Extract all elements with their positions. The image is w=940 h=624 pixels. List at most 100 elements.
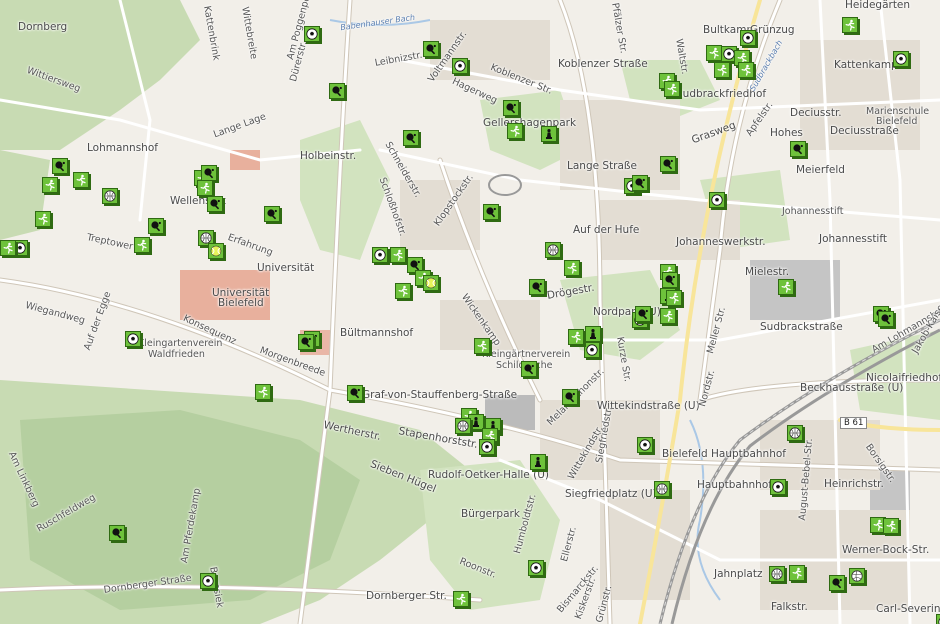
- poi-marker-athletics[interactable]: [73, 172, 89, 188]
- poi-marker-athletics[interactable]: [453, 591, 469, 607]
- poi-marker-basketball[interactable]: [654, 481, 670, 497]
- poi-marker-table-tennis[interactable]: [298, 334, 314, 350]
- poi-marker-athletics[interactable]: [564, 260, 580, 276]
- poi-marker-table-tennis[interactable]: [635, 306, 651, 322]
- poi-marker-table-tennis[interactable]: [109, 525, 125, 541]
- athletics-icon: [509, 125, 521, 137]
- poi-marker-soccer[interactable]: [584, 342, 600, 358]
- poi-marker-table-tennis[interactable]: [207, 196, 223, 212]
- poi-marker-soccer[interactable]: [372, 247, 388, 263]
- label-johannesstift-a: Johannesstift: [782, 206, 844, 217]
- poi-marker-soccer[interactable]: [709, 192, 725, 208]
- poi-marker-athletics[interactable]: [0, 240, 16, 256]
- poi-marker-table-tennis[interactable]: [403, 130, 419, 146]
- poi-marker-chess[interactable]: [585, 326, 601, 342]
- poi-marker-soccer[interactable]: [304, 26, 320, 42]
- poi-marker-soccer[interactable]: [452, 58, 468, 74]
- athletics-icon: [44, 179, 56, 191]
- athletics-icon: [257, 386, 269, 398]
- athletics-icon: [570, 331, 582, 343]
- poi-marker-basketball[interactable]: [455, 418, 471, 434]
- label-beckhausstrasse: Beckhausstraße (U): [800, 382, 904, 394]
- poi-marker-table-tennis[interactable]: [347, 385, 363, 401]
- poi-marker-basketball[interactable]: [102, 188, 118, 204]
- basketball-icon: [771, 568, 783, 580]
- poi-marker-soccer[interactable]: [740, 30, 756, 46]
- poi-marker-soccer[interactable]: [200, 573, 216, 589]
- basketball-icon: [789, 427, 801, 439]
- poi-marker-table-tennis[interactable]: [52, 158, 68, 174]
- poi-marker-table-tennis[interactable]: [660, 156, 676, 172]
- poi-marker-athletics[interactable]: [842, 17, 858, 33]
- poi-marker-tennis[interactable]: [208, 243, 224, 259]
- poi-marker-athletics[interactable]: [738, 62, 754, 78]
- soccer-icon: [127, 333, 139, 345]
- poi-marker-soccer[interactable]: [637, 437, 653, 453]
- poi-marker-athletics[interactable]: [35, 211, 51, 227]
- poi-marker-chess[interactable]: [530, 454, 546, 470]
- poi-marker-table-tennis[interactable]: [878, 311, 894, 327]
- poi-marker-athletics[interactable]: [474, 338, 490, 354]
- poi-marker-table-tennis[interactable]: [264, 206, 280, 222]
- poi-marker-athletics[interactable]: [197, 180, 213, 196]
- poi-marker-table-tennis[interactable]: [521, 361, 537, 377]
- athletics-icon: [885, 520, 897, 532]
- poi-marker-athletics[interactable]: [395, 283, 411, 299]
- tennis-icon: [210, 245, 222, 257]
- poi-marker-table-tennis[interactable]: [503, 100, 519, 116]
- label-dornberg: Dornberg: [18, 21, 68, 33]
- poi-marker-athletics[interactable]: [664, 81, 680, 97]
- poi-marker-table-tennis[interactable]: [423, 41, 439, 57]
- poi-marker-table-tennis[interactable]: [201, 165, 217, 181]
- poi-marker-table-tennis[interactable]: [829, 575, 845, 591]
- poi-marker-athletics[interactable]: [390, 247, 406, 263]
- soccer-icon: [374, 249, 386, 261]
- table-tennis-icon: [485, 206, 497, 218]
- poi-marker-basketball[interactable]: [787, 425, 803, 441]
- poi-marker-table-tennis[interactable]: [562, 389, 578, 405]
- poi-marker-table-tennis[interactable]: [529, 279, 545, 295]
- poi-marker-athletics[interactable]: [778, 279, 794, 295]
- soccer-icon: [742, 32, 754, 44]
- basketball-icon: [656, 483, 668, 495]
- table-tennis-icon: [523, 363, 535, 375]
- poi-marker-basketball[interactable]: [769, 566, 785, 582]
- chess-icon: [532, 456, 544, 468]
- basketball-icon: [457, 420, 469, 432]
- map-view[interactable]: Dornberg Wittiersweg Kattenbrink Wittebr…: [0, 0, 940, 624]
- poi-marker-soccer[interactable]: [479, 439, 495, 455]
- poi-marker-soccer[interactable]: [770, 479, 786, 495]
- poi-marker-soccer[interactable]: [936, 614, 940, 624]
- poi-marker-chess[interactable]: [541, 126, 557, 142]
- poi-marker-soccer[interactable]: [893, 51, 909, 67]
- label-kattenkamp: Kattenkamp: [834, 59, 898, 71]
- poi-marker-athletics[interactable]: [507, 123, 523, 139]
- poi-marker-tennis[interactable]: [423, 275, 439, 291]
- poi-marker-athletics[interactable]: [666, 290, 682, 306]
- poi-marker-table-tennis[interactable]: [483, 204, 499, 220]
- poi-marker-table-tennis[interactable]: [148, 218, 164, 234]
- poi-marker-soccer[interactable]: [528, 560, 544, 576]
- poi-marker-athletics[interactable]: [789, 565, 805, 581]
- poi-marker-athletics[interactable]: [660, 308, 676, 324]
- chess-icon: [470, 416, 482, 428]
- poi-marker-athletics[interactable]: [42, 177, 58, 193]
- poi-marker-athletics[interactable]: [883, 518, 899, 534]
- poi-marker-soccer[interactable]: [125, 331, 141, 347]
- poi-marker-table-tennis[interactable]: [632, 175, 648, 191]
- poi-marker-basketball[interactable]: [545, 242, 561, 258]
- soccer-icon: [202, 575, 214, 587]
- poi-marker-table-tennis[interactable]: [790, 141, 806, 157]
- poi-marker-athletics[interactable]: [714, 62, 730, 78]
- poi-marker-athletics[interactable]: [568, 329, 584, 345]
- poi-marker-table-tennis[interactable]: [662, 272, 678, 288]
- poi-marker-athletics[interactable]: [134, 237, 150, 253]
- table-tennis-icon: [300, 336, 312, 348]
- poi-marker-volleyball[interactable]: [849, 568, 865, 584]
- poi-marker-table-tennis[interactable]: [329, 83, 345, 99]
- label-deciusstr: Deciusstr.: [790, 107, 842, 119]
- label-siegfriedplatz: Siegfriedplatz (U): [565, 488, 657, 500]
- label-dornberger-str-b: Dornberger Str.: [366, 590, 447, 602]
- poi-marker-athletics[interactable]: [706, 45, 722, 61]
- poi-marker-athletics[interactable]: [255, 384, 271, 400]
